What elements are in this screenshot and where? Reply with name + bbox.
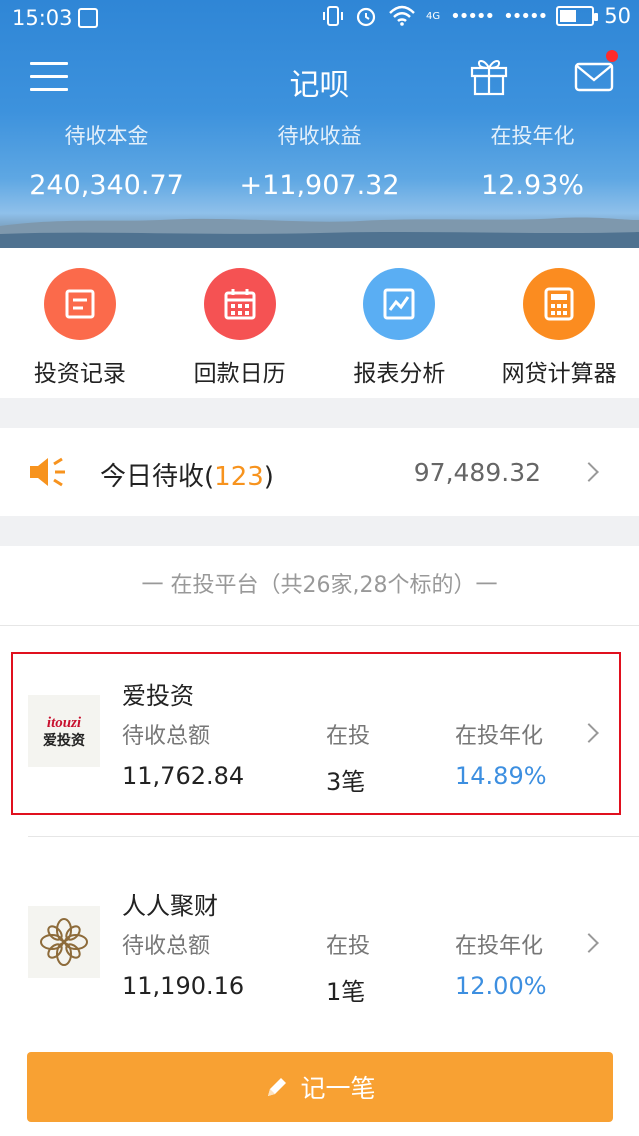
gift-icon[interactable]	[470, 56, 508, 96]
platform-card[interactable]: 人人聚财 待收总额 11,190.16 在投 1笔 在投年化 12.00%	[0, 836, 639, 1046]
pending-value: 11,762.84	[122, 762, 245, 790]
stat-label: 在投年化	[490, 124, 575, 148]
chevron-right-icon	[579, 933, 599, 953]
pending-column: 待收总额 11,190.16	[122, 928, 244, 1000]
quick-action-investment-records[interactable]: 投资记录	[0, 248, 160, 398]
rate-label: 在投年化	[455, 934, 544, 959]
rate-column: 在投年化 12.00%	[455, 928, 547, 1000]
add-record-button[interactable]: 记一笔	[27, 1052, 613, 1122]
today-label-text: 今日待收(	[100, 462, 215, 492]
platform-list: 一 在投平台（共26家,28个标的）一 itouzi 爱投资 爱投资 待收总额 …	[0, 546, 639, 1036]
pending-label: 待收总额	[122, 724, 211, 749]
platform-card[interactable]: itouzi 爱投资 爱投资 待收总额 11,762.84 在投 3笔 在投年化…	[0, 626, 639, 836]
itouzi-logo: itouzi 爱投资	[28, 695, 100, 767]
pending-label: 待收总额	[122, 934, 211, 959]
battery-icon	[556, 6, 599, 26]
signal-dots-2: •••••	[503, 5, 548, 27]
mail-icon[interactable]	[574, 58, 614, 94]
add-record-label: 记一笔	[300, 1074, 376, 1103]
rate-label: 在投年化	[455, 724, 544, 749]
today-amount: 97,489.32	[413, 458, 541, 487]
pending-value: 11,190.16	[122, 972, 245, 1000]
renrenjucai-logo	[28, 906, 100, 978]
svg-text:爱投资: 爱投资	[43, 732, 85, 749]
quick-action-report-analysis[interactable]: 报表分析	[320, 248, 480, 398]
alarm-icon	[356, 7, 376, 27]
vibrate-icon	[322, 6, 343, 26]
platform-list-header: 一 在投平台（共26家,28个标的）一	[0, 546, 639, 626]
count-label: 在投	[326, 724, 371, 749]
quick-action-label: 投资记录	[33, 361, 126, 387]
notification-dot	[606, 50, 618, 62]
quick-action-payment-calendar[interactable]: 回款日历	[160, 248, 320, 398]
summary-stats: 待收本金 240,340.77 待收收益 +11,907.32 在投年化 12.…	[0, 120, 639, 201]
quick-action-label: 报表分析	[353, 361, 446, 387]
landscape-background	[0, 217, 639, 248]
stat-value: 240,340.77	[29, 170, 184, 201]
speaker-icon	[30, 457, 65, 487]
rate-value: 12.00%	[455, 972, 547, 1000]
count-column: 在投 3笔	[326, 718, 370, 797]
page-title: 记呗	[289, 68, 350, 103]
stat-annual-rate: 在投年化 12.93%	[426, 120, 639, 201]
stat-label: 待收本金	[64, 124, 149, 148]
chevron-right-icon	[579, 723, 599, 743]
pending-column: 待收总额 11,762.84	[122, 718, 244, 790]
notification-app-icon	[78, 8, 98, 28]
platform-name: 人人聚财	[122, 892, 218, 920]
count-column: 在投 1笔	[326, 928, 370, 1007]
pencil-icon	[268, 1078, 287, 1096]
stat-pending-principal: 待收本金 240,340.77	[0, 120, 213, 201]
quick-action-label: 网贷计算器	[501, 361, 617, 387]
rate-value: 14.89%	[455, 762, 547, 790]
chevron-right-icon	[579, 462, 599, 482]
rate-column: 在投年化 14.89%	[455, 718, 547, 790]
stat-pending-earnings: 待收收益 +11,907.32	[213, 120, 426, 201]
quick-action-loan-calculator[interactable]: 网贷计算器	[479, 248, 639, 398]
quick-actions: 投资记录 回款日历 报表分析 网贷计算器	[0, 248, 639, 398]
calendar-icon	[203, 268, 276, 340]
today-label-suffix: )	[263, 462, 274, 492]
stat-value: +11,907.32	[239, 170, 400, 201]
count-label: 在投	[326, 934, 371, 959]
wifi-icon	[389, 5, 415, 26]
signal-dots: •••••	[450, 5, 495, 27]
status-icons: 4G ••••• ••••• 50	[322, 4, 631, 28]
calculator-icon	[523, 268, 596, 340]
status-bar: 15:03 4G ••••• ••••• 50	[0, 0, 639, 36]
network-label: 4G	[425, 10, 441, 22]
svg-text:itouzi: itouzi	[47, 715, 82, 731]
stat-label: 待收收益	[277, 124, 362, 148]
today-label: 今日待收(123)	[100, 456, 274, 493]
status-time: 15:03	[12, 6, 73, 30]
doc-list-icon	[43, 268, 116, 340]
header-banner: 15:03 4G ••••• ••••• 50 记呗 待收本金 240,340.…	[0, 0, 639, 248]
chart-icon	[363, 268, 436, 340]
count-value: 3笔	[326, 768, 366, 796]
today-receivable-row[interactable]: 今日待收(123) 97,489.32	[0, 428, 639, 516]
stat-value: 12.93%	[481, 170, 584, 201]
quick-action-label: 回款日历	[193, 361, 286, 387]
battery-level: 50	[604, 4, 631, 28]
today-count: 123	[214, 462, 264, 492]
bottom-bar: 记一笔	[0, 1036, 639, 1136]
count-value: 1笔	[326, 978, 366, 1006]
platform-name: 爱投资	[122, 682, 194, 710]
